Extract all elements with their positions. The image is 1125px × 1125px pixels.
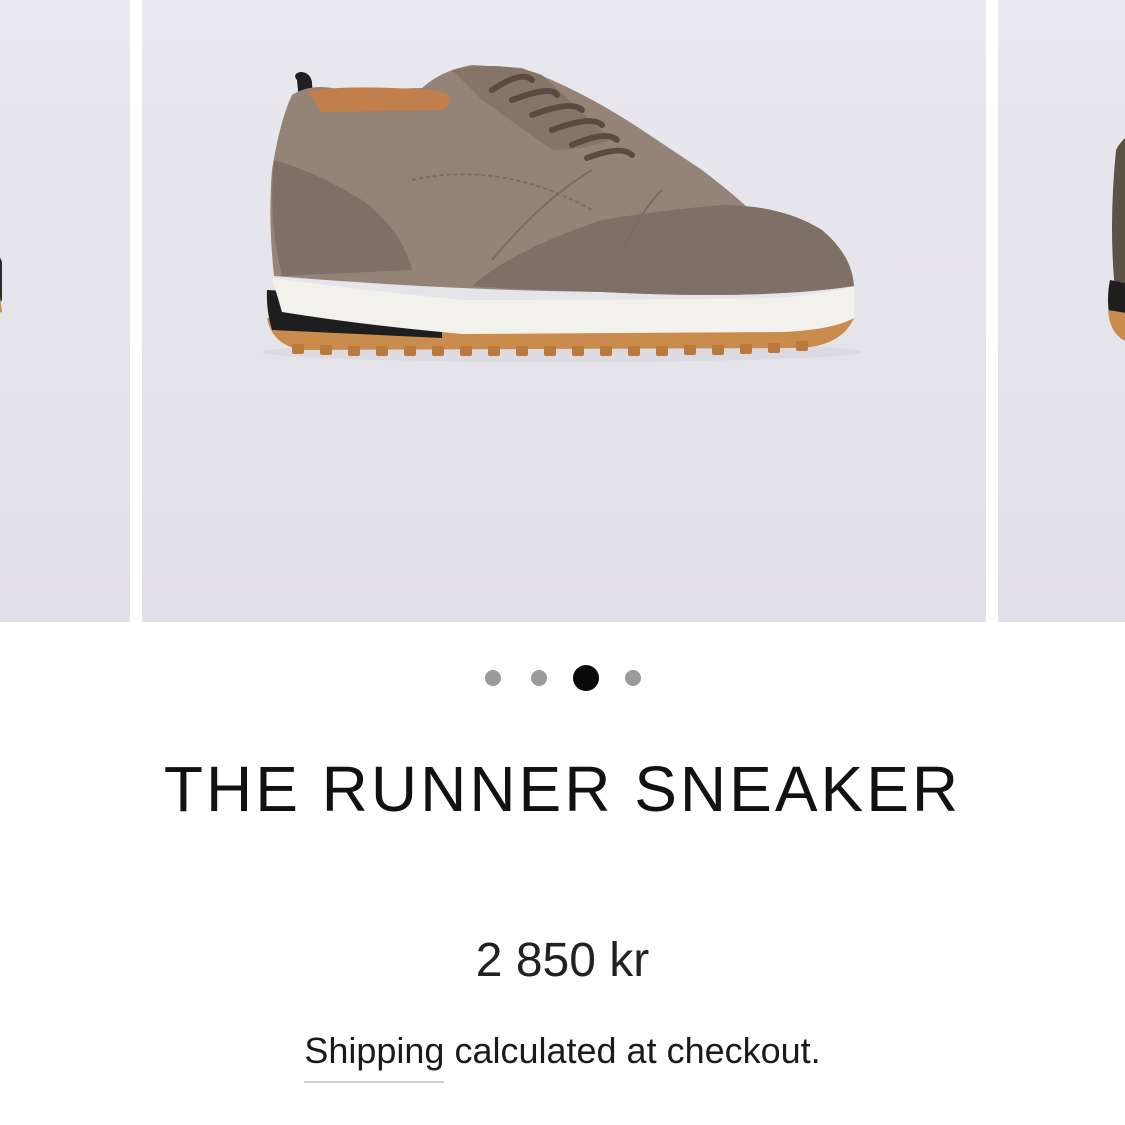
gallery-dot-2[interactable] xyxy=(530,670,547,686)
gallery-slide-next[interactable] xyxy=(998,0,1125,622)
product-price: 2 850 kr xyxy=(475,934,650,987)
sneaker-image-next xyxy=(1108,138,1125,341)
shipping-text: calculated at checkout. xyxy=(444,1030,821,1071)
shipping-info: Shipping calculated at checkout. xyxy=(0,1030,1125,1083)
gallery-slide-current[interactable] xyxy=(142,0,986,622)
gallery-pagination xyxy=(0,663,1125,693)
sneaker-image-previous xyxy=(0,257,2,313)
product-page: THE RUNNER SNEAKER 2 850 kr Shipping cal… xyxy=(0,0,1125,1125)
gallery-dot-3-active[interactable] xyxy=(572,665,599,691)
gallery-dot-4[interactable] xyxy=(624,670,641,686)
gallery-dot-1[interactable] xyxy=(484,670,501,686)
sneaker-image xyxy=(262,65,862,362)
product-title: THE RUNNER SNEAKER xyxy=(163,753,962,825)
product-image-gallery[interactable] xyxy=(0,0,1125,622)
shipping-link[interactable]: Shipping xyxy=(304,1030,445,1083)
gallery-slide-previous[interactable] xyxy=(0,0,130,622)
